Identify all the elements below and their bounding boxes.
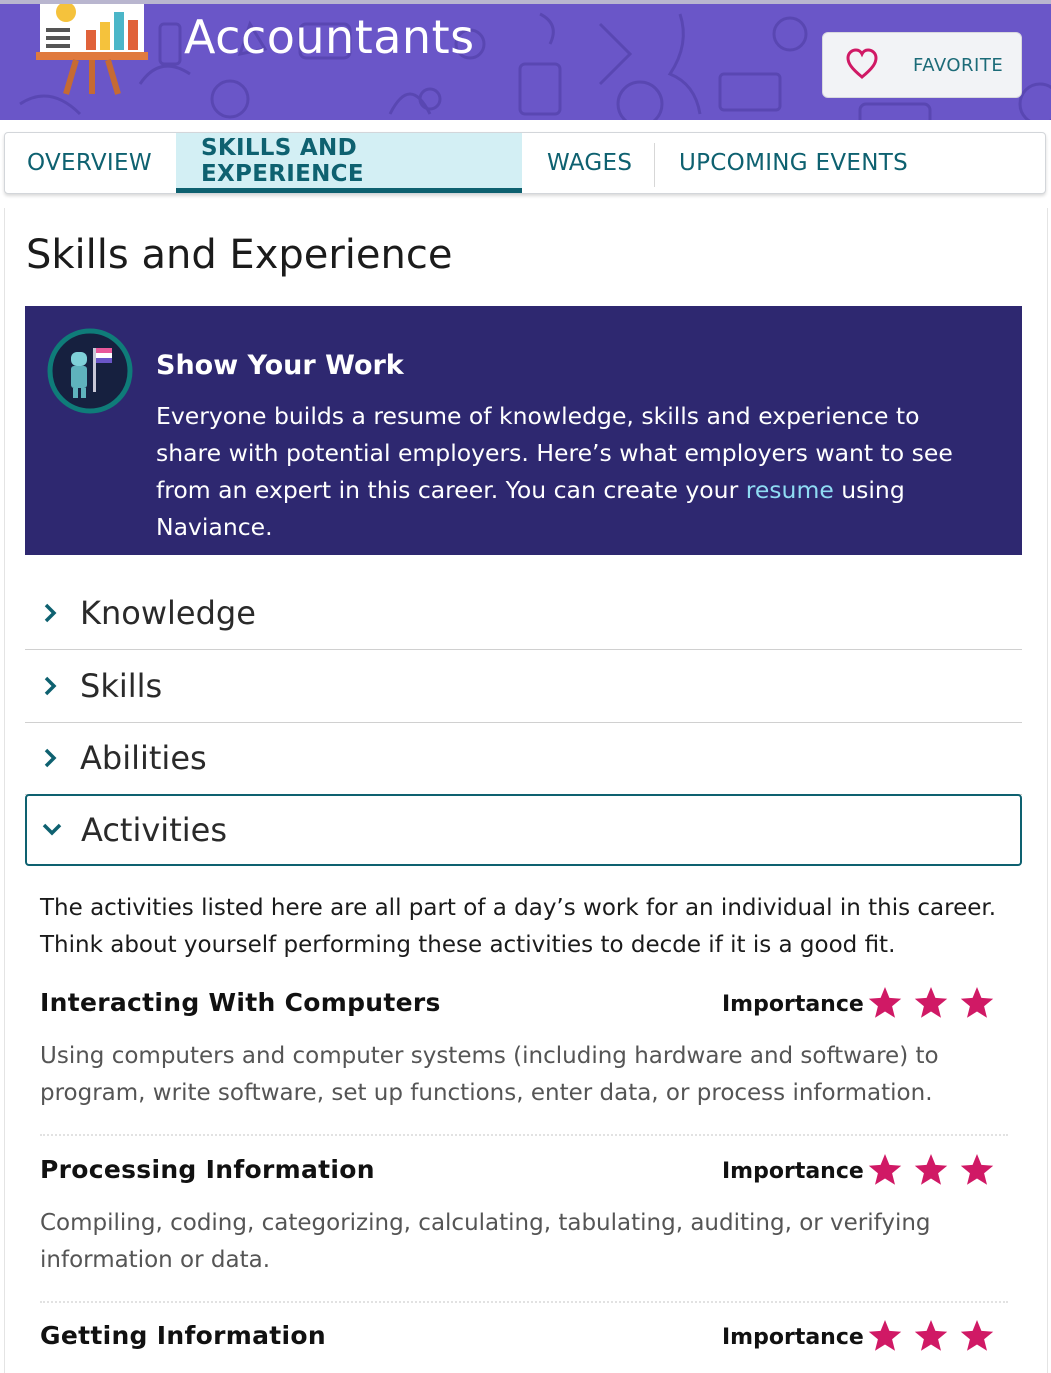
accordion-label: Knowledge	[80, 594, 256, 632]
activity-title: Getting Information	[40, 1321, 326, 1350]
tab-separator	[654, 143, 655, 187]
importance-label: Importance	[722, 992, 864, 1017]
heart-icon	[846, 48, 878, 79]
importance-stars	[868, 987, 994, 1018]
star-icon	[868, 987, 902, 1018]
star-icon	[960, 987, 994, 1018]
activity-title: Interacting With Computers	[40, 988, 441, 1017]
tab-bar: OVERVIEW SKILLS AND EXPERIENCE WAGES UPC…	[4, 132, 1046, 194]
star-icon	[914, 1154, 948, 1185]
career-easel-icon	[36, 4, 148, 95]
tab-wages[interactable]: WAGES	[547, 133, 647, 193]
callout-body: Everyone builds a resume of knowledge, s…	[156, 398, 976, 546]
favorite-label: FAVORITE	[913, 55, 1004, 76]
favorite-button[interactable]: FAVORITE	[822, 32, 1022, 98]
importance-label: Importance	[722, 1159, 864, 1184]
activity-description: Using computers and computer systems (in…	[40, 1043, 939, 1106]
accordion-knowledge[interactable]: Knowledge	[25, 578, 1022, 650]
resume-link[interactable]: resume	[746, 476, 834, 504]
accordion-label: Abilities	[80, 739, 207, 777]
star-icon	[914, 1320, 948, 1351]
accordion-activities[interactable]: Activities	[25, 794, 1022, 866]
star-icon	[868, 1154, 902, 1185]
activity-title: Processing Information	[40, 1155, 375, 1184]
star-icon	[960, 1154, 994, 1185]
chevron-right-icon	[44, 676, 57, 696]
show-your-work-callout: Show Your Work Everyone builds a resume …	[25, 306, 1022, 555]
activity-divider	[40, 1134, 1008, 1136]
importance-stars	[868, 1154, 994, 1185]
accordion-label: Activities	[81, 811, 227, 849]
star-icon	[914, 987, 948, 1018]
career-title: Accountants	[184, 10, 475, 64]
callout-title: Show Your Work	[156, 350, 404, 381]
page-title: Skills and Experience	[26, 232, 453, 278]
chevron-right-icon	[44, 748, 57, 768]
importance-stars	[868, 1320, 994, 1351]
tab-upcoming-events[interactable]: UPCOMING EVENTS	[679, 133, 939, 193]
tab-overview[interactable]: OVERVIEW	[27, 133, 167, 193]
career-banner: Accountants FAVORITE	[0, 0, 1051, 120]
accordion-label: Skills	[80, 667, 163, 705]
chevron-down-icon	[42, 823, 62, 836]
activity-description: Compiling, coding, categorizing, calcula…	[40, 1210, 931, 1273]
importance-label: Importance	[722, 1325, 864, 1350]
tab-skills-and-experience[interactable]: SKILLS AND EXPERIENCE	[176, 133, 522, 193]
star-icon	[960, 1320, 994, 1351]
activities-intro: The activities listed here are all part …	[40, 895, 997, 958]
activity-divider	[40, 1301, 1008, 1303]
chevron-right-icon	[44, 603, 57, 623]
accordion-abilities[interactable]: Abilities	[25, 723, 1022, 795]
astronaut-flag-icon	[47, 328, 133, 414]
star-icon	[868, 1320, 902, 1351]
accordion-skills[interactable]: Skills	[25, 651, 1022, 723]
